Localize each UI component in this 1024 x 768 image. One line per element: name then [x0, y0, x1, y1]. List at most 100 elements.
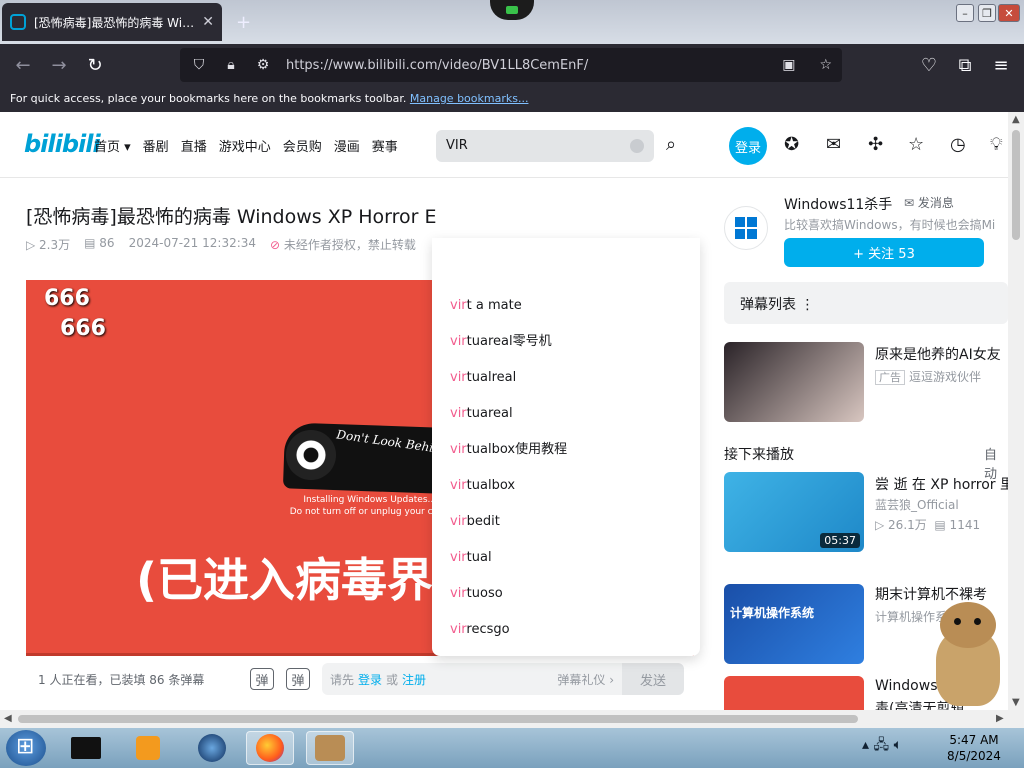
- lock-icon[interactable]: 🔒︎: [222, 57, 240, 73]
- danmaku-input[interactable]: 请先 登录 或 注册 弹幕礼仪 ›: [322, 663, 622, 695]
- suggestion-item[interactable]: virrecsgo: [432, 612, 700, 648]
- browser-titlebar: [恐怖病毒]最恐怖的病毒 Windows XP Horror Edition ✕…: [0, 0, 1024, 44]
- rec-author[interactable]: 蓝芸狼_Official: [875, 496, 1008, 513]
- register-link[interactable]: 注册: [402, 671, 426, 688]
- search-input[interactable]: VIR: [436, 130, 654, 162]
- nav-anime[interactable]: 番剧: [143, 136, 169, 155]
- duration-badge: 05:37: [820, 533, 860, 548]
- maximize-icon[interactable]: ❐: [978, 4, 996, 22]
- manage-bookmarks-link[interactable]: Manage bookmarks...: [410, 92, 529, 105]
- video-title: [恐怖病毒]最恐怖的病毒 Windows XP Horror E: [26, 206, 436, 228]
- desktop-pet-hamster[interactable]: [930, 600, 1006, 710]
- suggestion-item[interactable]: virbedit: [432, 504, 700, 540]
- extensions-icon[interactable]: ⧉: [952, 52, 978, 78]
- suggestion-item[interactable]: virtualbox使用教程: [432, 432, 700, 468]
- browser-tab[interactable]: [恐怖病毒]最恐怖的病毒 Windows XP Horror Edition ✕: [2, 3, 222, 41]
- ad-title[interactable]: 原来是他养的AI女友: [875, 344, 1008, 364]
- vip-icon[interactable]: ✪: [784, 134, 799, 155]
- desktop-pet-app-icon[interactable]: [306, 731, 354, 765]
- horizontal-scrollbar[interactable]: ◀ ▶: [0, 710, 1024, 728]
- notch-decoration: [490, 0, 534, 20]
- scroll-down-icon[interactable]: ▼: [1012, 697, 1020, 708]
- uploader-description: 比较喜欢搞Windows，有时候也会搞Mi: [784, 218, 996, 232]
- clock-date: 8/5/2024: [947, 749, 1001, 763]
- nav-game-center[interactable]: 游戏中心: [219, 136, 271, 155]
- bilibili-logo[interactable]: bilibili: [24, 130, 101, 158]
- scroll-left-icon[interactable]: ◀: [4, 713, 12, 724]
- clear-search-icon[interactable]: [630, 139, 644, 153]
- history-icon[interactable]: ◷: [950, 134, 966, 155]
- creator-icon[interactable]: 💡︎: [990, 134, 1003, 155]
- rec-stats: ▷ 26.1万 ▤ 1141: [875, 518, 981, 532]
- danmaku-comment: 666: [60, 316, 106, 341]
- copyright-warning: 未经作者授权，禁止转载: [270, 236, 416, 253]
- nav-live[interactable]: 直播: [181, 136, 207, 155]
- login-button[interactable]: 登录: [729, 127, 767, 165]
- close-tab-icon[interactable]: ✕: [202, 14, 214, 30]
- forward-icon[interactable]: →: [46, 52, 72, 78]
- ad-thumbnail[interactable]: [724, 342, 864, 422]
- nav-manga[interactable]: 漫画: [334, 136, 360, 155]
- bilibili-favicon-icon: [10, 14, 26, 30]
- suggestion-item[interactable]: virtuoso: [432, 576, 700, 612]
- minimize-icon[interactable]: –: [956, 4, 974, 22]
- suggestion-item[interactable]: virt a mate: [432, 288, 700, 324]
- url-text[interactable]: https://www.bilibili.com/video/BV1LL8Cem…: [286, 58, 768, 73]
- nav-esports[interactable]: 赛事: [372, 136, 398, 155]
- favorites-icon[interactable]: ☆: [908, 134, 924, 155]
- scroll-up-icon[interactable]: ▲: [1012, 114, 1020, 125]
- scroll-right-icon[interactable]: ▶: [996, 713, 1004, 724]
- clock-time: 5:47 AM: [949, 733, 999, 747]
- send-button[interactable]: 发送: [622, 663, 684, 695]
- tray-expand-icon[interactable]: ▴: [862, 737, 869, 753]
- reload-icon[interactable]: ↻: [82, 52, 108, 78]
- search-icon[interactable]: ⌕: [666, 134, 676, 155]
- firefox-icon[interactable]: [246, 731, 294, 765]
- window-close-icon[interactable]: ✕: [998, 4, 1020, 22]
- vertical-scroll-thumb[interactable]: [1012, 130, 1020, 240]
- danmaku-list-panel[interactable]: 弹幕列表 ⋮: [724, 282, 1008, 324]
- new-tab-icon[interactable]: +: [236, 12, 251, 33]
- danmaku-settings-icon[interactable]: 弹: [286, 668, 310, 690]
- rec-thumbnail[interactable]: [724, 676, 864, 710]
- media-player-icon[interactable]: [124, 731, 172, 765]
- danmaku-toggle-icon[interactable]: 弹: [250, 668, 274, 690]
- danmaku-etiquette-link[interactable]: 弹幕礼仪 ›: [557, 671, 614, 688]
- taskbar-clock[interactable]: 5:47 AM 8/5/2024: [944, 732, 1004, 764]
- terminal-app-icon[interactable]: [62, 731, 110, 765]
- bookmark-star-icon[interactable]: ☆: [819, 57, 832, 73]
- nav-home[interactable]: 首页 ▾: [94, 136, 131, 155]
- globe-app-icon[interactable]: [188, 731, 236, 765]
- back-icon[interactable]: ←: [10, 52, 36, 78]
- rec-thumbnail[interactable]: 计算机操作系统: [724, 584, 864, 664]
- url-bar[interactable]: ⛉ 🔒︎ ⚙ https://www.bilibili.com/video/BV…: [180, 48, 842, 82]
- follow-button[interactable]: + 关注 53: [784, 238, 984, 267]
- suggestion-item[interactable]: virtuareal: [432, 396, 700, 432]
- ad-meta: 广告 逗逗游戏伙伴: [875, 368, 1008, 385]
- reader-view-icon[interactable]: ▣: [782, 57, 795, 73]
- uploader-avatar[interactable]: [724, 206, 768, 250]
- uploader-name[interactable]: Windows11杀手: [784, 194, 892, 214]
- login-link[interactable]: 登录: [358, 671, 382, 688]
- start-button[interactable]: [6, 730, 46, 766]
- suggestion-item[interactable]: virtualbox: [432, 468, 700, 504]
- horizontal-scroll-thumb[interactable]: [18, 715, 858, 723]
- menu-icon[interactable]: ≡: [988, 52, 1014, 78]
- shield-icon[interactable]: ⛉: [190, 57, 208, 73]
- dynamics-icon[interactable]: ✣: [868, 134, 883, 155]
- permissions-icon[interactable]: ⚙: [254, 57, 272, 73]
- messages-icon[interactable]: ✉: [826, 134, 841, 155]
- suggestion-item[interactable]: virtuareal零号机: [432, 324, 700, 360]
- nav-shop[interactable]: 会员购: [283, 136, 322, 155]
- suggestion-item[interactable]: virtualreal: [432, 360, 700, 396]
- vertical-scrollbar[interactable]: ▲ ▼: [1008, 112, 1024, 710]
- rec-thumbnail[interactable]: 05:37: [724, 472, 864, 552]
- volume-icon[interactable]: 🔈︎: [894, 737, 902, 753]
- send-message-button[interactable]: ✉ 发消息: [904, 194, 954, 211]
- network-icon[interactable]: 🖧︎: [873, 737, 889, 753]
- rec-title[interactable]: 尝 逝 在 XP horror 里: [875, 474, 1008, 494]
- pocket-icon[interactable]: ♡: [916, 52, 942, 78]
- publish-date: 2024-07-21 12:32:34: [128, 236, 257, 250]
- suggestion-item[interactable]: virtual: [432, 540, 700, 576]
- danmaku-count: ▤ 86: [84, 236, 115, 250]
